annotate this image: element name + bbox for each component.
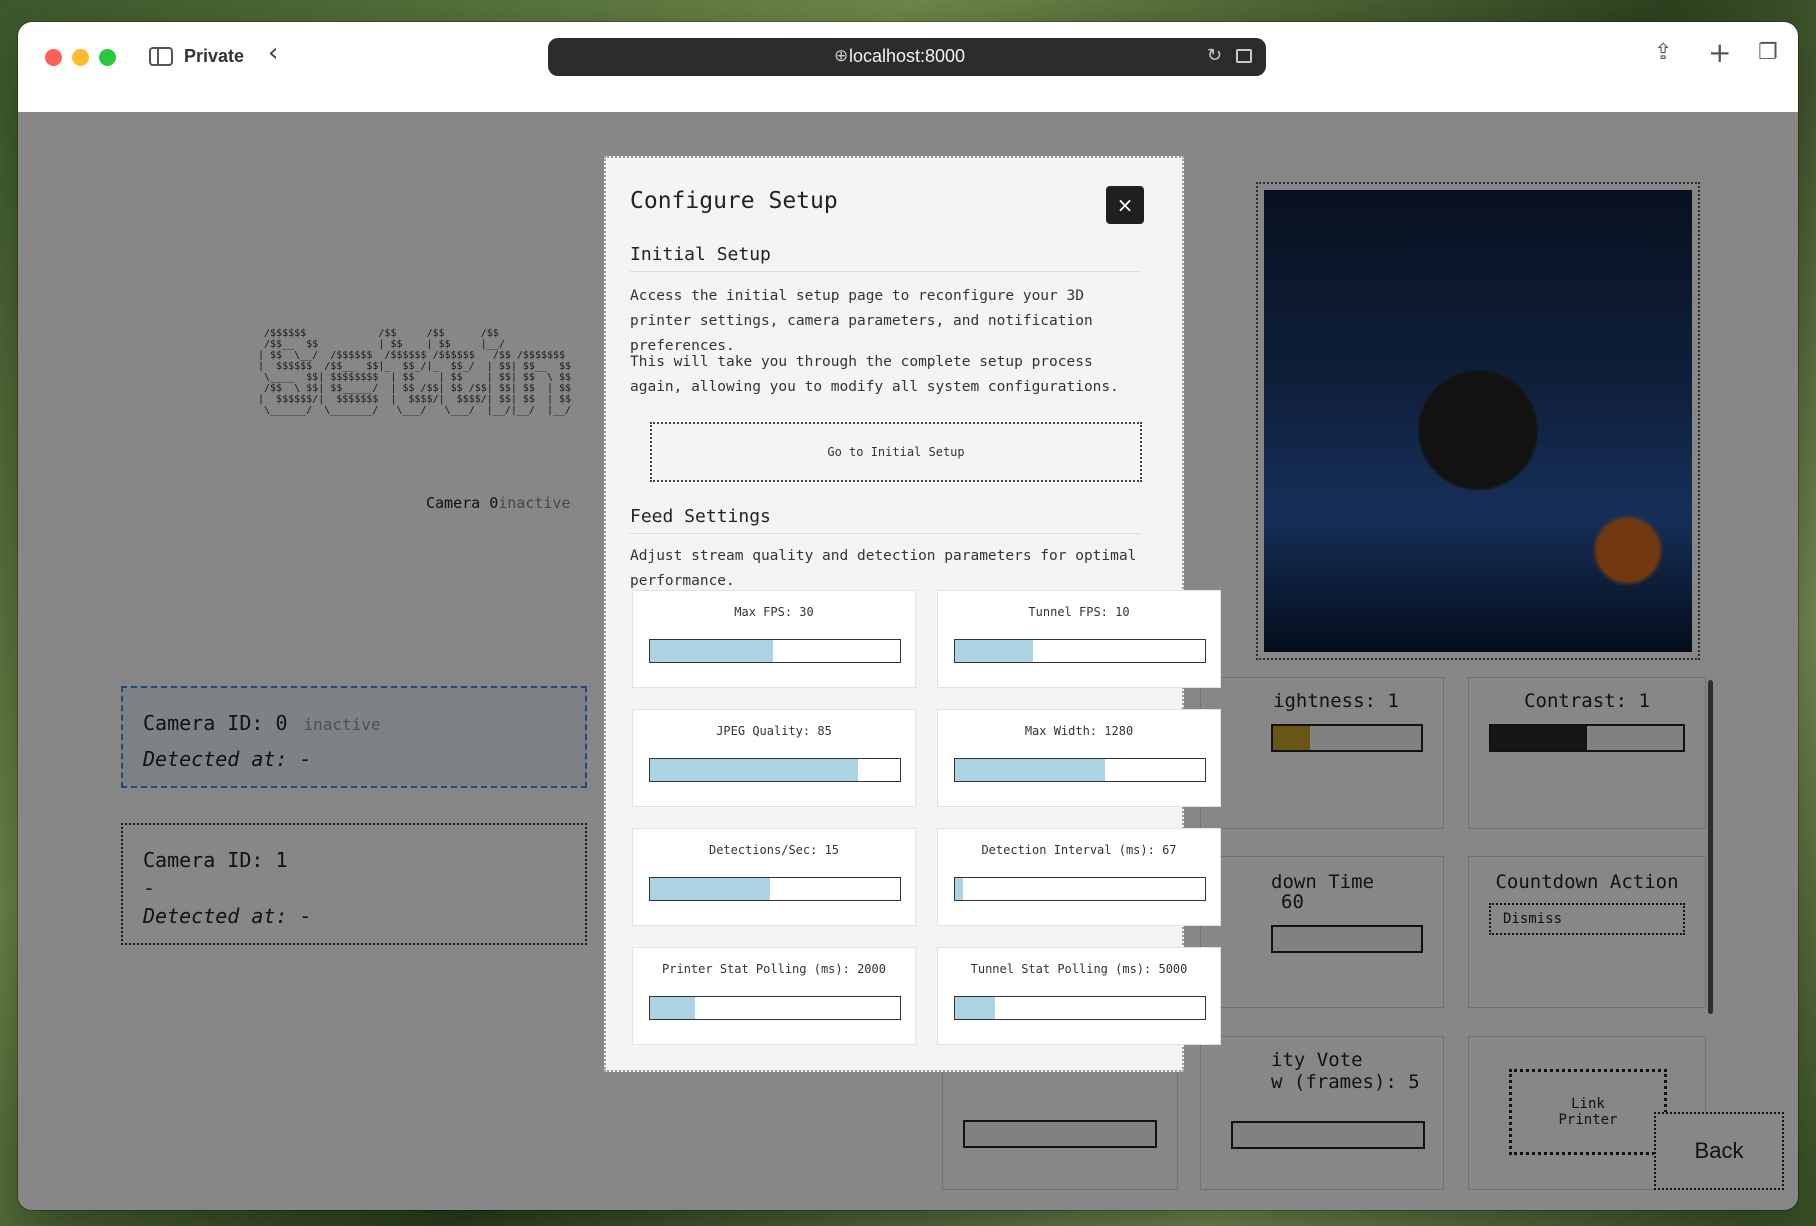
minimize-window-button[interactable] xyxy=(72,49,89,66)
slider-card: Tunnel Stat Polling (ms): 5000 xyxy=(937,947,1221,1045)
slider-track[interactable] xyxy=(649,996,901,1020)
slider-card: Detection Interval (ms): 67 xyxy=(937,828,1221,926)
new-tab-icon[interactable]: + xyxy=(1708,36,1731,69)
initial-setup-note: This will take you through the complete … xyxy=(630,354,1119,395)
zoom-window-button[interactable] xyxy=(99,49,116,66)
slider-label: Max FPS: 30 xyxy=(734,605,814,619)
slider-card: Tunnel FPS: 10 xyxy=(937,590,1221,688)
share-icon[interactable]: ⇪ xyxy=(1654,40,1672,65)
back-chevron-icon[interactable]: ‹ xyxy=(268,38,278,68)
slider-track[interactable] xyxy=(954,996,1206,1020)
feed-settings-description: Adjust stream quality and detection para… xyxy=(630,548,1137,589)
slider-fill xyxy=(650,997,695,1019)
slider-label: Detections/Sec: 15 xyxy=(708,843,840,857)
browser-window: Private ‹ ⊕ localhost:8000 ↻ ⇪ + ❐ /$$$$… xyxy=(18,22,1798,1210)
slider-track[interactable] xyxy=(954,758,1206,782)
close-window-button[interactable] xyxy=(45,49,62,66)
slider-label: Tunnel Stat Polling (ms): 5000 xyxy=(970,962,1188,976)
url-text: localhost:8000 xyxy=(848,46,966,66)
go-to-initial-setup-button[interactable]: Go to Initial Setup xyxy=(650,422,1142,482)
initial-setup-heading: Initial Setup xyxy=(630,244,1140,272)
slider-fill xyxy=(955,997,995,1019)
reader-icon[interactable] xyxy=(1236,49,1252,63)
configure-setup-modal: Configure Setup × Initial Setup Access t… xyxy=(604,156,1221,1072)
slider-track[interactable] xyxy=(649,877,901,901)
sidebar-toggle-icon[interactable] xyxy=(149,47,173,66)
page-content: /$$$$$$ /$$ /$$ /$$ /$$__ $$ | $$ | $$ |… xyxy=(18,112,1798,1210)
slider-card: JPEG Quality: 85 xyxy=(632,709,916,807)
initial-setup-description: Access the initial setup page to reconfi… xyxy=(630,288,1093,354)
slider-track[interactable] xyxy=(649,758,901,782)
slider-fill xyxy=(955,759,1105,781)
modal-title: Configure Setup xyxy=(630,188,838,214)
slider-fill xyxy=(955,878,963,900)
address-bar[interactable]: ⊕ localhost:8000 ↻ xyxy=(548,38,1266,76)
tab-overview-icon[interactable]: ❐ xyxy=(1758,40,1778,65)
slider-card: Detections/Sec: 15 xyxy=(632,828,916,926)
browser-toolbar: Private ‹ ⊕ localhost:8000 ↻ ⇪ + ❐ xyxy=(18,22,1798,112)
slider-card: Max Width: 1280 xyxy=(937,709,1221,807)
slider-fill xyxy=(955,640,1033,662)
slider-track[interactable] xyxy=(954,877,1206,901)
slider-label: Max Width: 1280 xyxy=(1024,724,1134,738)
slider-label: Detection Interval (ms): 67 xyxy=(981,843,1177,857)
feed-settings-heading: Feed Settings xyxy=(630,506,1140,534)
slider-card: Printer Stat Polling (ms): 2000 xyxy=(632,947,916,1045)
reload-icon[interactable]: ↻ xyxy=(1207,45,1222,66)
slider-fill xyxy=(650,878,770,900)
slider-fill xyxy=(650,640,773,662)
slider-track[interactable] xyxy=(649,639,901,663)
slider-fill xyxy=(650,759,858,781)
close-modal-button[interactable]: × xyxy=(1106,186,1144,224)
private-mode-label: Private xyxy=(184,46,245,66)
slider-label: Tunnel FPS: 10 xyxy=(1028,605,1130,619)
slider-track[interactable] xyxy=(954,639,1206,663)
slider-card: Max FPS: 30 xyxy=(632,590,916,688)
slider-label: Printer Stat Polling (ms): 2000 xyxy=(662,962,886,976)
slider-label: JPEG Quality: 85 xyxy=(716,724,832,738)
